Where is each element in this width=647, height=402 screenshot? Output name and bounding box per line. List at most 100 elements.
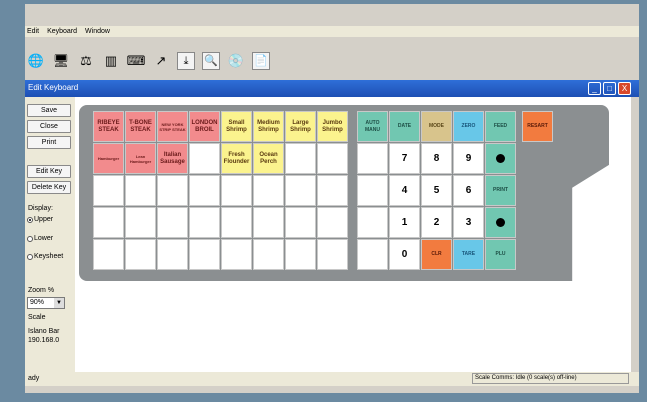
document-icon[interactable]: 📄: [252, 52, 270, 70]
key-blank[interactable]: [357, 239, 388, 270]
globe-icon[interactable]: 🌐: [27, 52, 45, 70]
chevron-down-icon[interactable]: ▼: [54, 298, 64, 308]
maximize-button[interactable]: □: [603, 82, 616, 95]
key-ny-strip-steak[interactable]: NEW YORK STRIP STEAK: [157, 111, 188, 142]
key-blank[interactable]: [189, 207, 220, 238]
key-blank[interactable]: [93, 239, 124, 270]
key-blank[interactable]: [157, 207, 188, 238]
print-button[interactable]: Print: [27, 136, 71, 149]
key-blank[interactable]: [317, 143, 348, 174]
key-5[interactable]: 5: [421, 175, 452, 206]
monitor-icon[interactable]: 🖥: [52, 52, 70, 70]
scale-name: Islano Bar: [28, 328, 60, 335]
key-blank[interactable]: [285, 207, 316, 238]
scale-label: Scale: [28, 314, 46, 321]
minimize-button[interactable]: _: [588, 82, 601, 95]
close-button[interactable]: Close: [27, 120, 71, 133]
send-icon[interactable]: ↗: [152, 52, 170, 70]
menu-keyboard[interactable]: Keyboard: [47, 26, 77, 37]
menu-edit[interactable]: Edit: [27, 26, 39, 37]
key-blank[interactable]: [125, 175, 156, 206]
key-blank[interactable]: [285, 175, 316, 206]
key-1[interactable]: 1: [389, 207, 420, 238]
display-upper-radio[interactable]: Upper: [27, 216, 53, 223]
download-icon[interactable]: ⤓: [177, 52, 195, 70]
menu-window[interactable]: Window: [85, 26, 110, 37]
zoom-icon[interactable]: 🔍: [202, 52, 220, 70]
key-tbone-steak[interactable]: T-BONE STEAK: [125, 111, 156, 142]
save-button[interactable]: Save: [27, 104, 71, 117]
key-restart[interactable]: RESART: [522, 111, 553, 142]
key-blank[interactable]: [157, 239, 188, 270]
key-blank[interactable]: [317, 207, 348, 238]
disc-icon[interactable]: 💿: [227, 52, 245, 70]
key-jumbo-shrimp[interactable]: Jumbo Shrimp: [317, 111, 348, 142]
key-blank[interactable]: [221, 175, 252, 206]
window-title: Edit Keyboard: [28, 83, 79, 92]
toolbar: 🌐 🖥 ⚖ ▥ ⌨ ↗ ⤓ 🔍 💿 📄: [25, 50, 639, 72]
key-feed[interactable]: FEED: [485, 111, 516, 142]
zoom-select[interactable]: 90% ▼: [27, 297, 65, 309]
radio-selected-icon: [27, 216, 33, 223]
key-blank[interactable]: [125, 239, 156, 270]
key-blank[interactable]: [253, 239, 284, 270]
key-tare[interactable]: TARE: [453, 239, 484, 270]
key-blank[interactable]: [357, 143, 388, 174]
key-plu[interactable]: PLU: [485, 239, 516, 270]
key-3[interactable]: 3: [453, 207, 484, 238]
key-9[interactable]: 9: [453, 143, 484, 174]
key-clr[interactable]: CLR: [421, 239, 452, 270]
key-blank[interactable]: [357, 175, 388, 206]
dot-icon: [496, 218, 505, 227]
radio-icon: [27, 235, 33, 242]
key-blank[interactable]: [189, 143, 220, 174]
barcode-icon[interactable]: ▥: [102, 52, 120, 70]
key-blank[interactable]: [221, 239, 252, 270]
key-lean-hamburger[interactable]: Lean Hamburger: [125, 143, 156, 174]
key-zero[interactable]: ZERO: [453, 111, 484, 142]
key-blank[interactable]: [317, 239, 348, 270]
key-mode[interactable]: MODE: [421, 111, 452, 142]
key-blank[interactable]: [189, 239, 220, 270]
edit-key-button[interactable]: Edit Key: [27, 165, 71, 178]
key-blank[interactable]: [93, 175, 124, 206]
key-date[interactable]: DATE: [389, 111, 420, 142]
key-0[interactable]: 0: [389, 239, 420, 270]
key-blank[interactable]: [253, 175, 284, 206]
key-blank[interactable]: [285, 239, 316, 270]
delete-key-button[interactable]: Delete Key: [27, 181, 71, 194]
key-blank[interactable]: [93, 207, 124, 238]
scale-icon[interactable]: ⚖: [77, 52, 95, 70]
key-dot-bottom[interactable]: [485, 207, 516, 238]
key-ocean-perch[interactable]: Ocean Perch: [253, 143, 284, 174]
display-keysheet-radio[interactable]: Keysheet: [27, 253, 63, 260]
key-7[interactable]: 7: [389, 143, 420, 174]
key-blank[interactable]: [285, 143, 316, 174]
key-6[interactable]: 6: [453, 175, 484, 206]
key-blank[interactable]: [317, 175, 348, 206]
close-window-button[interactable]: X: [618, 82, 631, 95]
keyboard-layout-icon[interactable]: ⌨: [127, 52, 146, 70]
key-blank[interactable]: [157, 175, 188, 206]
key-8[interactable]: 8: [421, 143, 452, 174]
key-2[interactable]: 2: [421, 207, 452, 238]
key-4[interactable]: 4: [389, 175, 420, 206]
key-blank[interactable]: [221, 207, 252, 238]
key-auto-manu[interactable]: AUTO MANU: [357, 111, 388, 142]
key-print[interactable]: PRINT: [485, 175, 516, 206]
key-italian-sausage[interactable]: Italian Sausage: [157, 143, 188, 174]
key-blank[interactable]: [253, 207, 284, 238]
key-fresh-flounder[interactable]: Fresh Flounder: [221, 143, 252, 174]
display-label: Display:: [28, 205, 53, 212]
key-hamburger[interactable]: Hamburger: [93, 143, 124, 174]
key-medium-shrimp[interactable]: Medium Shrimp: [253, 111, 284, 142]
key-blank[interactable]: [189, 175, 220, 206]
key-large-shrimp[interactable]: Large Shrimp: [285, 111, 316, 142]
key-london-broil[interactable]: LONDON BROIL: [189, 111, 220, 142]
key-blank[interactable]: [357, 207, 388, 238]
key-small-shrimp[interactable]: Small Shrimp: [221, 111, 252, 142]
key-ribeye-steak[interactable]: RIBEYE STEAK: [93, 111, 124, 142]
key-dot-top[interactable]: [485, 143, 516, 174]
display-lower-radio[interactable]: Lower: [27, 235, 53, 242]
key-blank[interactable]: [125, 207, 156, 238]
